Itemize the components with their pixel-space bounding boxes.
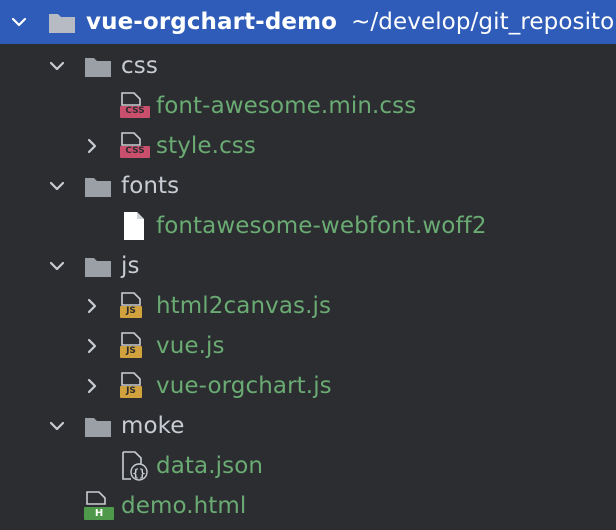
svg-text:{}: {}	[132, 467, 145, 480]
json-file-icon: {}	[122, 451, 148, 481]
project-path: ~/develop/git_reposito	[351, 9, 615, 35]
chevron-right-icon[interactable]	[84, 376, 100, 396]
project-tree: vue-orgchart-demo ~/develop/git_reposito …	[0, 0, 616, 530]
folder-icon	[85, 178, 111, 197]
css-badge: CSS	[120, 146, 150, 158]
tree-item-label: moke	[121, 413, 185, 439]
chevron-right-icon[interactable]	[84, 136, 100, 156]
chevron-right-icon[interactable]	[84, 296, 100, 316]
tree-folder-css[interactable]: css	[0, 46, 616, 86]
tree-item-label: fonts	[121, 173, 180, 199]
file-icon	[124, 212, 144, 240]
html-badge: H	[84, 507, 114, 520]
tree-file-vue-orgchart-js[interactable]: JS vue-orgchart.js	[0, 366, 616, 406]
project-name: vue-orgchart-demo	[86, 9, 338, 35]
tree-root-row[interactable]: vue-orgchart-demo ~/develop/git_reposito	[0, 0, 616, 44]
html-file-icon: H	[84, 491, 114, 521]
tree-item-label: fontawesome-webfont.woff2	[156, 213, 487, 239]
js-badge: JS	[120, 306, 142, 318]
tree-item-label: style.css	[156, 133, 256, 159]
tree-item-label: js	[121, 253, 140, 279]
tree-folder-js[interactable]: js	[0, 246, 616, 286]
chevron-down-icon[interactable]	[46, 58, 68, 74]
js-file-icon: JS	[120, 332, 150, 360]
tree-item-label: html2canvas.js	[156, 293, 332, 319]
js-file-icon: JS	[120, 292, 150, 320]
folder-icon	[85, 258, 111, 277]
tree-file-style-css[interactable]: CSS style.css	[0, 126, 616, 166]
tree-file-demo-html[interactable]: H demo.html	[0, 486, 616, 526]
css-badge: CSS	[120, 106, 150, 118]
js-file-icon: JS	[120, 372, 150, 400]
tree-item-label: font-awesome.min.css	[156, 93, 417, 119]
chevron-down-icon[interactable]	[46, 418, 68, 434]
tree-file-data-json[interactable]: {} data.json	[0, 446, 616, 486]
css-file-icon: CSS	[120, 92, 150, 120]
chevron-right-icon[interactable]	[84, 336, 100, 356]
chevron-down-icon[interactable]	[46, 178, 68, 194]
tree-item-label: vue-orgchart.js	[156, 373, 332, 399]
tree-file-vue-js[interactable]: JS vue.js	[0, 326, 616, 366]
tree-item-label: css	[121, 53, 158, 79]
tree-folder-fonts[interactable]: fonts	[0, 166, 616, 206]
js-badge: JS	[120, 386, 142, 398]
chevron-down-icon[interactable]	[46, 258, 68, 274]
tree-item-label: demo.html	[121, 493, 247, 519]
tree-file-fontawesome-webfont-woff2[interactable]: fontawesome-webfont.woff2	[0, 206, 616, 246]
folder-icon	[85, 58, 111, 77]
chevron-down-icon[interactable]	[8, 14, 30, 30]
tree-item-label: data.json	[156, 453, 264, 479]
tree-folder-moke[interactable]: moke	[0, 406, 616, 446]
tree-item-label: vue.js	[156, 333, 225, 359]
tree-file-html2canvas-js[interactable]: JS html2canvas.js	[0, 286, 616, 326]
folder-icon	[85, 418, 111, 437]
tree-file-font-awesome-min-css[interactable]: CSS font-awesome.min.css	[0, 86, 616, 126]
js-badge: JS	[120, 346, 142, 358]
css-file-icon: CSS	[120, 132, 150, 160]
folder-icon	[49, 14, 75, 33]
